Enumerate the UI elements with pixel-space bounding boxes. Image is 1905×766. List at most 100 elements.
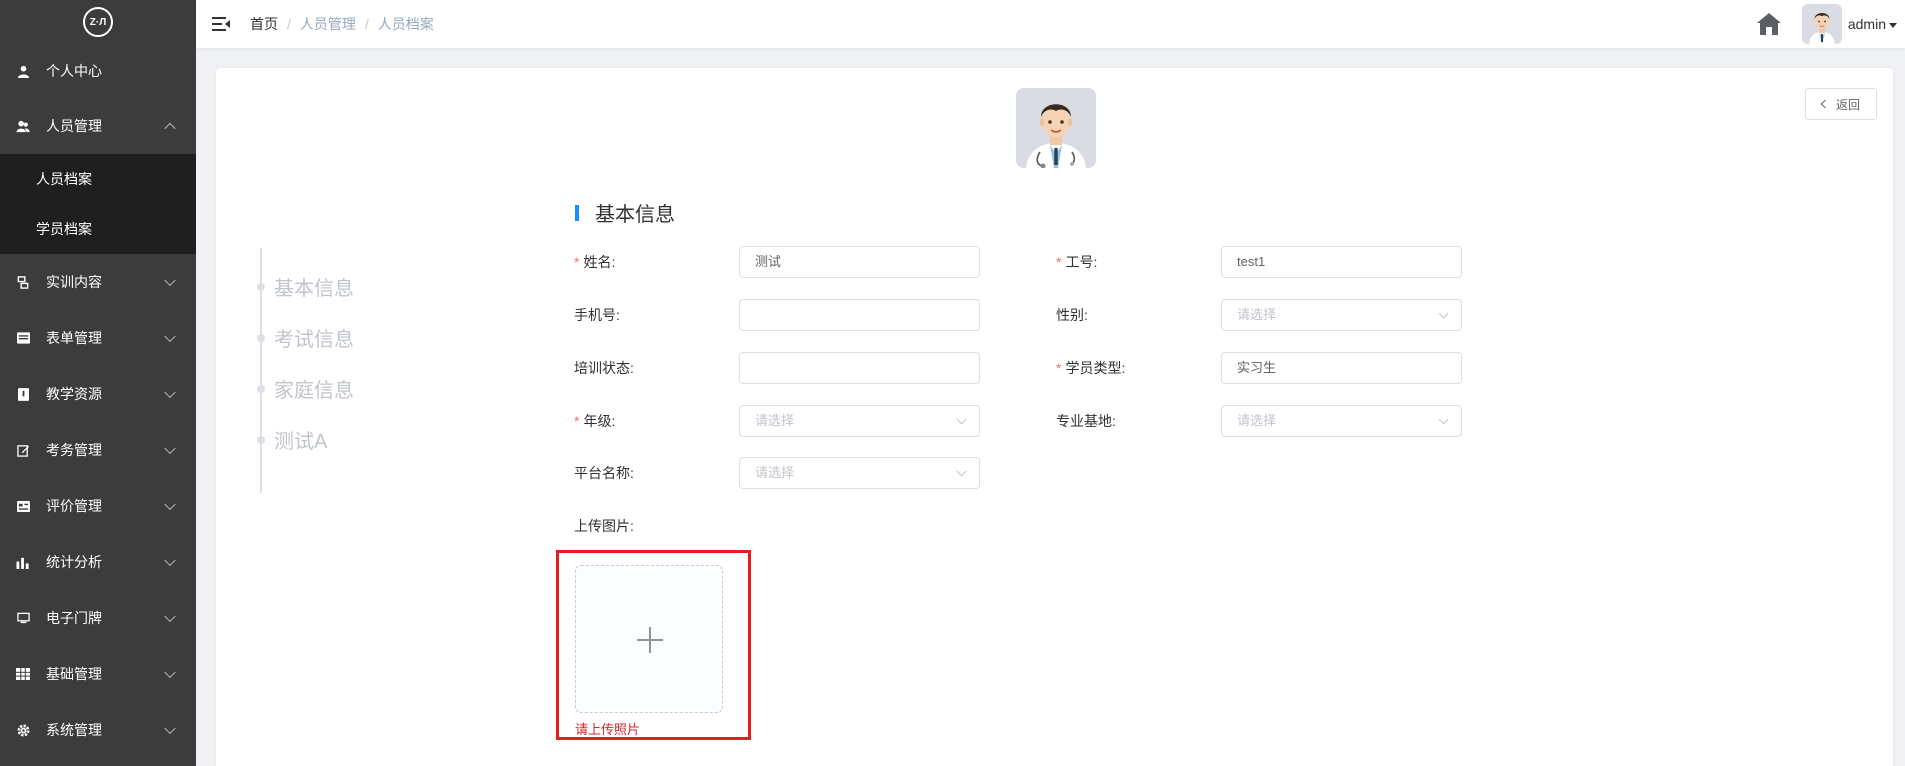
sidebar-item-label: 教学资源: [46, 386, 102, 402]
title-accent-bar: [575, 204, 579, 221]
sidebar-item-label: 表单管理: [46, 330, 102, 346]
anchor-test-a[interactable]: 测试A: [274, 425, 327, 454]
submenu-personnel: 人员档案 学员档案: [0, 154, 196, 254]
name-label: * 姓名:: [574, 254, 616, 270]
anchor-family-info[interactable]: 家庭信息: [274, 374, 354, 403]
avatar[interactable]: [1801, 4, 1842, 44]
chevron-down-icon: [164, 386, 176, 399]
job-no-label: * 工号:: [1056, 254, 1098, 270]
evaluation-icon: [16, 499, 30, 513]
sidebar-item-label: 系统管理: [46, 722, 102, 738]
sidebar-item-training[interactable]: 实训内容: [0, 254, 196, 310]
chevron-down-icon: [956, 414, 967, 425]
anchor-dot: [257, 436, 265, 444]
sidebar-item-door-sign[interactable]: 电子门牌: [0, 590, 196, 646]
chevron-down-icon: [164, 610, 176, 623]
chevron-down-icon: [164, 274, 176, 287]
upload-label: 上传图片:: [574, 518, 634, 534]
username[interactable]: admin: [1848, 16, 1897, 32]
sidebar-item-label: 基础管理: [46, 666, 102, 682]
grade-select[interactable]: 请选择: [739, 405, 980, 437]
upload-image-button[interactable]: [575, 565, 723, 713]
sidebar-item-label: 人员管理: [46, 118, 102, 134]
gender-label: 性别:: [1056, 307, 1088, 323]
sidebar-subitem-student-records[interactable]: 学员档案: [0, 204, 196, 254]
sidebar-item-basic-management[interactable]: 基础管理: [0, 646, 196, 702]
sidebar: Z·Л 个人中心 人员管理 人员档案 学员档案 实训内容 表单管理 教学资源 考…: [0, 0, 196, 766]
bar-chart-icon: [16, 555, 30, 569]
monitor-icon: [16, 611, 30, 625]
phone-label: 手机号:: [574, 307, 620, 323]
training-icon: [16, 275, 30, 289]
chevron-down-icon: [164, 722, 176, 735]
breadcrumb-separator: /: [287, 16, 291, 32]
chevron-down-icon: [956, 466, 967, 477]
gear-icon: [16, 723, 30, 737]
grade-label: * 年级:: [574, 413, 616, 429]
sidebar-item-system-management[interactable]: 系统管理: [0, 702, 196, 758]
gender-select[interactable]: 请选择: [1221, 299, 1462, 331]
anchor-dot: [257, 334, 265, 342]
sidebar-item-label: 考务管理: [46, 442, 102, 458]
sidebar-item-statistics[interactable]: 统计分析: [0, 534, 196, 590]
breadcrumb-separator: /: [364, 16, 369, 32]
platform-select[interactable]: 请选择: [739, 457, 980, 489]
chevron-down-icon: [164, 554, 176, 567]
profile-avatar: [1016, 88, 1096, 168]
chevron-down-icon: [164, 330, 176, 343]
phone-field[interactable]: [739, 299, 980, 331]
grid-icon: [16, 667, 30, 681]
form-icon: [16, 331, 30, 345]
back-button[interactable]: 返回: [1805, 88, 1877, 120]
platform-label: 平台名称:: [574, 465, 634, 481]
users-icon: [16, 119, 30, 133]
header-user-area: admin: [1756, 0, 1897, 48]
anchor-dot: [257, 283, 265, 291]
anchor-dot: [257, 385, 265, 393]
plus-icon: [649, 627, 651, 653]
base-label: 专业基地:: [1056, 413, 1116, 429]
anchor-exam-info[interactable]: 考试信息: [274, 323, 354, 352]
edit-icon: [16, 443, 30, 457]
student-type-label: * 学员类型:: [1056, 360, 1126, 376]
content-card: 返回 基本信息 考试信息 家庭信息 测试A 基本信息 * 姓名: 测试 * 工号…: [216, 68, 1893, 766]
sidebar-item-label: 电子门牌: [46, 610, 102, 626]
sidebar-item-personnel[interactable]: 人员管理: [0, 98, 196, 154]
logo-mark: Z·Л: [83, 7, 113, 37]
chevron-down-icon: [1438, 308, 1449, 319]
training-status-field[interactable]: [739, 352, 980, 384]
sidebar-subitem-personnel-records[interactable]: 人员档案: [0, 154, 196, 204]
base-select[interactable]: 请选择: [1221, 405, 1462, 437]
breadcrumb-personnel: 人员管理: [299, 16, 356, 32]
sidebar-item-teaching-resources[interactable]: 教学资源: [0, 366, 196, 422]
sidebar-item-exam-affairs[interactable]: 考务管理: [0, 422, 196, 478]
chevron-down-icon: [164, 442, 176, 455]
sidebar-item-personal-center[interactable]: 个人中心: [0, 44, 196, 98]
sidebar-item-label: 实训内容: [46, 274, 102, 290]
job-no-field[interactable]: test1: [1221, 246, 1462, 278]
sidebar-item-forms[interactable]: 表单管理: [0, 310, 196, 366]
menu-toggle-icon[interactable]: [212, 17, 230, 31]
breadcrumb-home[interactable]: 首页: [250, 14, 278, 34]
anchor-basic-info[interactable]: 基本信息: [274, 272, 354, 301]
student-type-field[interactable]: 实习生: [1221, 352, 1462, 384]
chevron-down-icon: [1438, 414, 1449, 425]
sidebar-item-label: 统计分析: [46, 554, 102, 570]
sidebar-item-label: 个人中心: [46, 63, 102, 79]
caret-down-icon: [1889, 22, 1897, 28]
book-icon: [16, 387, 30, 401]
section-anchor-nav: 基本信息 考试信息 家庭信息 测试A: [257, 248, 460, 493]
training-status-label: 培训状态:: [574, 360, 634, 376]
top-navbar: 首页 / 人员管理 / 人员档案 admin: [196, 0, 1905, 48]
breadcrumb-records: 人员档案: [377, 16, 434, 32]
sidebar-item-evaluation[interactable]: 评价管理: [0, 478, 196, 534]
breadcrumb: 首页 / 人员管理 / 人员档案: [250, 14, 434, 34]
chevron-down-icon: [164, 498, 176, 511]
user-icon: [16, 64, 30, 78]
chevron-left-icon: [1820, 99, 1830, 109]
name-field[interactable]: 测试: [739, 246, 980, 278]
section-title: 基本信息: [575, 198, 675, 227]
home-icon[interactable]: [1756, 12, 1782, 36]
chevron-down-icon: [164, 666, 176, 679]
logo[interactable]: Z·Л: [0, 0, 196, 44]
